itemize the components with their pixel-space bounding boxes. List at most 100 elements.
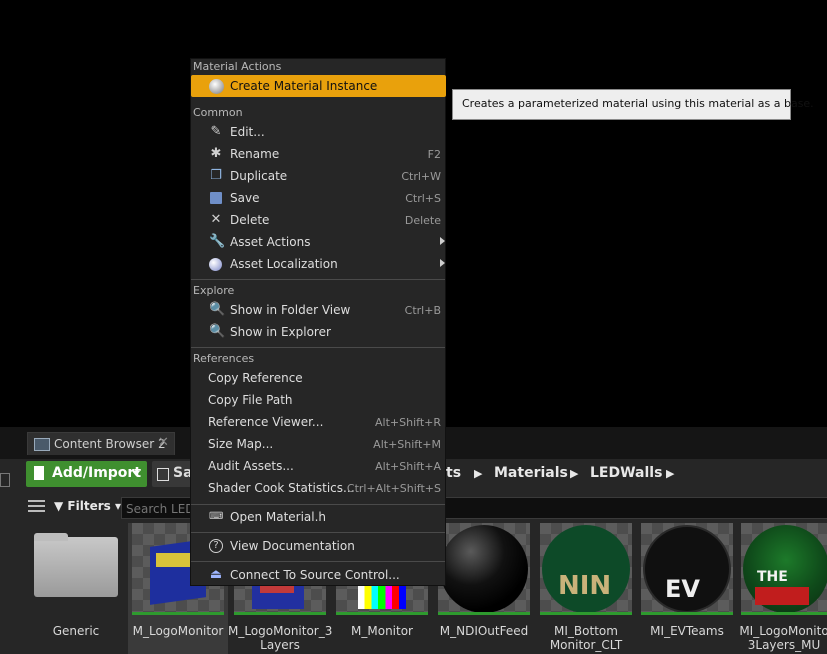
menu-item-shortcut: Ctrl+B — [404, 304, 441, 317]
asset-tile[interactable]: EV MI_EVTeams — [641, 523, 733, 654]
folder-icon — [34, 537, 118, 597]
menu-item-delete[interactable]: ✕ Delete Delete — [191, 209, 447, 231]
tab-label: Content Browser 2 — [54, 437, 166, 451]
menu-item-label: Audit Assets... — [208, 459, 294, 473]
content-browser-icon — [34, 438, 50, 451]
folder-tab-icon — [34, 533, 68, 541]
rename-icon: ✱ — [210, 146, 222, 161]
section-header-references: References — [193, 352, 255, 365]
menu-item-label: Copy Reference — [208, 371, 303, 385]
menu-item-label: Asset Localization — [230, 257, 338, 271]
asset-thumbnail: EV — [641, 523, 733, 615]
breadcrumb-item[interactable]: Materials — [494, 465, 568, 481]
section-header-common: Common — [193, 106, 243, 119]
menu-item-size-map[interactable]: Size Map... Alt+Shift+M — [191, 433, 447, 455]
thumbnail-text: EV — [665, 575, 700, 603]
asset-thumbnail — [438, 523, 530, 615]
menu-item-rename[interactable]: ✱ Rename F2 — [191, 143, 447, 165]
menu-item-label: Asset Actions — [230, 235, 311, 249]
submenu-arrow-icon — [440, 237, 445, 245]
wrench-icon: 🔧 — [209, 234, 226, 249]
menu-item-audit-assets[interactable]: Audit Assets... Alt+Shift+A — [191, 455, 447, 477]
save-icon — [157, 468, 169, 481]
view-options-icon[interactable] — [28, 500, 45, 513]
menu-item-connect-source-control[interactable]: ⏏ Connect To Source Control... — [191, 564, 447, 586]
tab-content-browser-2[interactable]: Content Browser 2 ✕ — [27, 432, 175, 455]
menu-item-asset-localization[interactable]: Asset Localization — [191, 253, 447, 275]
menu-item-shortcut: Alt+Shift+R — [375, 416, 441, 429]
thumbnail-text: NIN — [558, 571, 612, 601]
breadcrumb-item[interactable]: ts — [446, 465, 461, 481]
menu-item-label: Reference Viewer... — [208, 415, 324, 429]
menu-item-create-material-instance[interactable]: Create Material Instance — [191, 75, 446, 97]
menu-item-shortcut: Alt+Shift+A — [375, 460, 441, 473]
menu-item-shortcut: Ctrl+S — [405, 192, 441, 205]
menu-item-label: Duplicate — [230, 169, 288, 183]
menu-item-label: Open Material.h — [230, 510, 327, 524]
asset-tile-folder[interactable]: Generic — [30, 523, 122, 654]
asset-type-bar — [438, 612, 530, 615]
tooltip: Creates a parameterized material using t… — [452, 89, 814, 120]
menu-item-edit[interactable]: ✎ Edit... — [191, 121, 447, 143]
document-icon — [34, 466, 44, 480]
magnifier-icon: 🔍 — [209, 302, 226, 317]
chevron-down-icon — [132, 471, 140, 476]
menu-item-label: Delete — [230, 213, 270, 227]
menu-item-reference-viewer[interactable]: Reference Viewer... Alt+Shift+R — [191, 411, 447, 433]
color-bars-image — [358, 583, 406, 609]
black-sphere-image — [440, 525, 528, 613]
menu-item-open-source[interactable]: ⌨ Open Material.h — [191, 506, 447, 528]
menu-item-view-documentation[interactable]: ? View Documentation — [191, 535, 447, 557]
menu-item-duplicate[interactable]: ❐ Duplicate Ctrl+W — [191, 165, 447, 187]
edit-icon: ✎ — [210, 124, 222, 139]
asset-name: M_NDIOutFeed — [439, 624, 529, 638]
help-icon: ? — [209, 539, 223, 553]
breadcrumb-item[interactable]: LEDWalls — [590, 465, 662, 481]
breadcrumb-arrow-icon[interactable]: ▶ — [666, 467, 674, 480]
menu-item-copy-reference[interactable]: Copy Reference — [191, 367, 447, 389]
menu-item-shader-cook-statistics[interactable]: Shader Cook Statistics... Ctrl+Alt+Shift… — [191, 477, 447, 499]
asset-name: M_LogoMonitor_3 Layers — [228, 624, 333, 652]
asset-tile[interactable]: NIN MI_Bottom Monitor_CLT — [540, 523, 632, 654]
asset-name: M_Monitor — [351, 624, 413, 638]
menu-item-asset-actions[interactable]: 🔧 Asset Actions — [191, 231, 447, 253]
menu-separator — [191, 532, 445, 533]
filters-button[interactable]: ▼ Filters ▾ — [54, 499, 121, 513]
menu-item-copy-file-path[interactable]: Copy File Path — [191, 389, 447, 411]
asset-type-bar — [641, 612, 733, 615]
menu-item-label: Shader Cook Statistics... — [208, 481, 355, 495]
menu-item-label: Save — [230, 191, 260, 205]
save-icon — [210, 192, 222, 204]
red-band-image — [755, 587, 809, 605]
close-icon[interactable]: ✕ — [158, 435, 169, 450]
magnifier-icon: 🔍 — [209, 324, 226, 339]
menu-item-label: Rename — [230, 147, 280, 161]
submenu-arrow-icon — [440, 259, 445, 267]
menu-separator — [191, 561, 445, 562]
asset-tile[interactable]: M_NDIOutFeed — [438, 523, 530, 654]
asset-type-bar — [234, 612, 326, 615]
asset-type-bar — [132, 612, 224, 615]
delete-icon: ✕ — [210, 212, 222, 227]
logo-stripe-image — [260, 585, 294, 593]
menu-item-save[interactable]: Save Ctrl+S — [191, 187, 447, 209]
asset-tile[interactable]: THE MI_LogoMonito 3Layers_MU — [739, 523, 827, 654]
material-instance-icon — [209, 79, 224, 94]
asset-name: MI_LogoMonito 3Layers_MU — [739, 624, 827, 652]
source-control-icon: ⏏ — [209, 567, 223, 582]
menu-item-show-in-folder-view[interactable]: 🔍 Show in Folder View Ctrl+B — [191, 299, 447, 321]
menu-item-label: Size Map... — [208, 437, 274, 451]
asset-thumbnail: NIN — [540, 523, 632, 615]
add-import-label: Add/Import — [52, 465, 142, 481]
thumbnail-text: THE — [757, 569, 788, 585]
menu-item-label: Show in Folder View — [230, 303, 351, 317]
menu-item-shortcut: Ctrl+W — [401, 170, 441, 183]
menu-item-shortcut: Alt+Shift+M — [373, 438, 441, 451]
side-icon[interactable] — [0, 473, 10, 487]
asset-name: MI_EVTeams — [650, 624, 724, 638]
add-import-button[interactable]: Add/Import — [26, 461, 147, 487]
menu-item-show-in-explorer[interactable]: 🔍 Show in Explorer — [191, 321, 447, 343]
context-menu: Material Actions Create Material Instanc… — [190, 58, 446, 586]
duplicate-icon: ❐ — [210, 168, 222, 183]
menu-item-label: Connect To Source Control... — [230, 568, 400, 582]
